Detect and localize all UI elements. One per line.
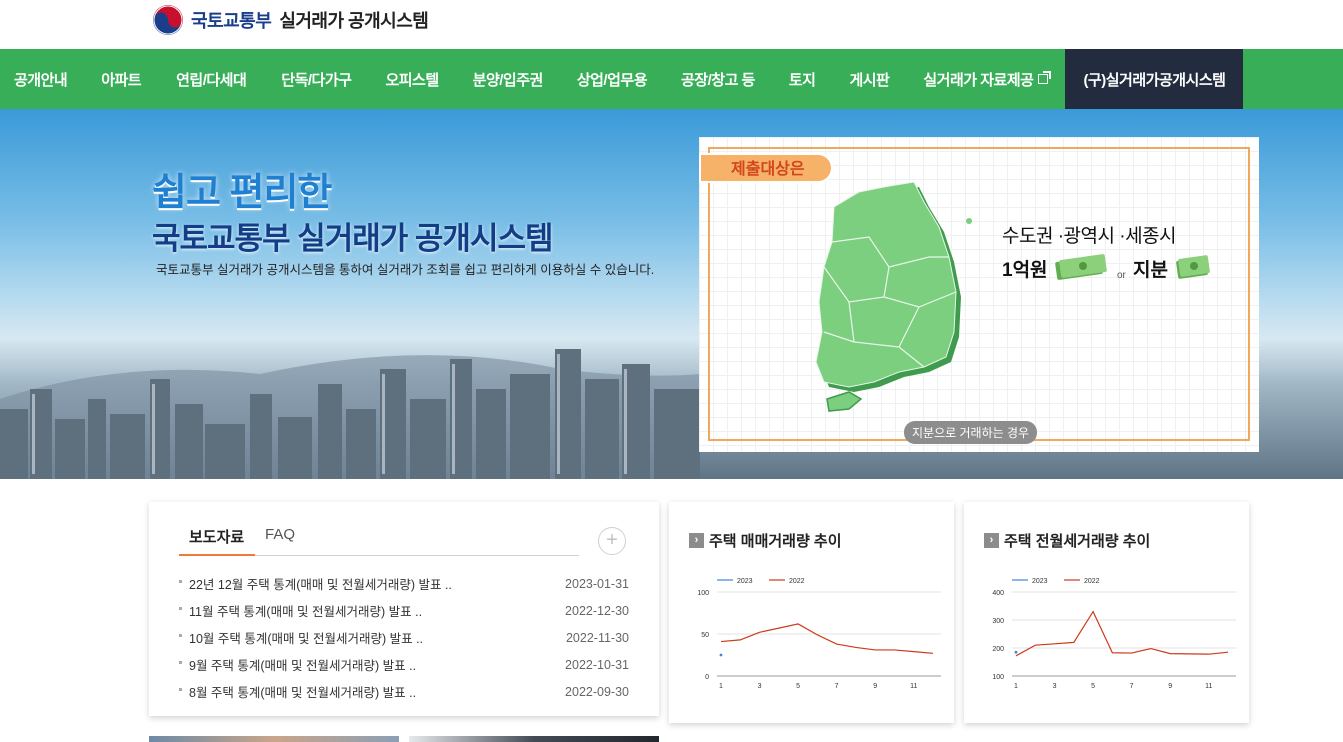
nav-board[interactable]: 게시판 <box>849 49 889 109</box>
nav-land[interactable]: 토지 <box>789 49 816 109</box>
y-tick-label: 300 <box>992 618 1004 625</box>
news-list: 22년 12월 주택 통계(매매 및 전월세거래량) 발표 .. 2023-01-… <box>179 570 629 705</box>
news-title: 9월 주택 통계(매매 및 전월세거래량) 발표 .. <box>179 655 416 674</box>
x-tick-label: 1 <box>1014 683 1018 690</box>
list-item[interactable]: 22년 12월 주택 통계(매매 및 전월세거래량) 발표 .. 2023-01-… <box>179 570 629 597</box>
sales-line-chart: 0 50 100 1 3 5 7 9 11 2023 2022 <box>697 578 941 690</box>
top-header: 국토교통부 실거래가 공개시스템 <box>0 0 1343 48</box>
ministry-name: 국토교통부 <box>191 11 272 31</box>
y-tick-label: 200 <box>992 646 1004 653</box>
external-link-icon <box>1038 71 1052 84</box>
nav-apartment[interactable]: 아파트 <box>101 49 141 109</box>
taeguk-icon <box>153 5 183 35</box>
x-tick-label: 5 <box>796 683 800 690</box>
chevron-right-icon: › <box>984 533 999 548</box>
nav-row-house[interactable]: 연립/다세대 <box>176 49 247 109</box>
more-plus-icon[interactable]: + <box>598 527 626 555</box>
target-amount: 1억원 <box>1002 260 1048 281</box>
legend-label: 2022 <box>789 578 805 585</box>
rent-chart-title[interactable]: › 주택 전월세거래량 추이 <box>984 530 1150 551</box>
hero-subtitle: 국토교통부 실거래가 공개시스템을 통하여 실거래가 조회를 쉽고 편리하게 이… <box>156 263 655 277</box>
legend-label: 2023 <box>737 578 753 585</box>
nav-old-system[interactable]: (구)실거래가공개시스템 <box>1065 49 1244 109</box>
nav-data-provision[interactable]: 실거래가 자료제공 <box>923 49 1052 109</box>
hero-title-easy: 쉽고 편리한 <box>152 172 332 214</box>
tab-faq[interactable]: FAQ <box>265 526 295 556</box>
news-tabs: 보도자료 FAQ <box>179 526 579 556</box>
hero-banner: 쉽고 편리한 국토교통부 실거래가 공개시스템 국토교통부 실거래가 공개시스템… <box>0 109 1343 479</box>
tab-press-release[interactable]: 보도자료 <box>179 526 255 556</box>
rent-volume-card: › 주택 전월세거래량 추이 100 200 300 400 1 3 5 7 9 11 2023 20… <box>964 502 1249 723</box>
money-icon-2 <box>1176 255 1210 279</box>
or-label: or <box>1117 270 1126 281</box>
city-skyline-image <box>0 349 700 479</box>
list-item[interactable]: 10월 주택 통계(매매 및 전월세거래량) 발표 .. 2022-11-30 <box>179 624 629 651</box>
nav-officetel[interactable]: 오피스텔 <box>385 49 439 109</box>
news-title: 11월 주택 통계(매매 및 전월세거래량) 발표 .. <box>179 601 422 620</box>
series-point-2023 <box>1014 650 1018 654</box>
x-tick-label: 1 <box>719 683 723 690</box>
x-tick-label: 7 <box>1130 683 1134 690</box>
hero-title-system: 국토교통부 실거래가 공개시스템 <box>152 221 554 256</box>
rent-chart-title-text: 주택 전월세거래량 추이 <box>1004 533 1151 550</box>
system-name: 실거래가 공개시스템 <box>279 11 429 31</box>
x-tick-label: 5 <box>1091 683 1095 690</box>
news-date: 2022-11-30 <box>565 630 629 645</box>
x-tick-label: 3 <box>1053 683 1057 690</box>
x-tick-label: 11 <box>1205 683 1212 690</box>
list-item[interactable]: 11월 주택 통계(매매 및 전월세거래량) 발표 .. 2022-12-30 <box>179 597 629 624</box>
target-share: 지분 <box>1133 260 1168 281</box>
news-title: 22년 12월 주택 통계(매매 및 전월세거래량) 발표 .. <box>179 574 452 593</box>
chevron-right-icon: › <box>689 533 704 548</box>
money-icon <box>1055 254 1107 280</box>
korea-map-icon <box>815 181 972 412</box>
y-tick-label: 400 <box>992 590 1004 597</box>
x-tick-label: 3 <box>758 683 762 690</box>
panel-frame <box>708 147 1250 441</box>
press-release-card: 보도자료 FAQ + 22년 12월 주택 통계(매매 및 전월세거래량) 발표… <box>149 502 659 716</box>
list-item[interactable]: 8월 주택 통계(매매 및 전월세거래량) 발표 .. 2022-09-30 <box>179 678 629 705</box>
share-trade-note: 지분으로 거래하는 경우 <box>904 421 1038 444</box>
target-regions: 수도권 ·광역시 ·세종시 <box>1002 226 1177 247</box>
news-title: 10월 주택 통계(매매 및 전월세거래량) 발표 .. <box>179 628 423 647</box>
sales-chart-title-text: 주택 매매거래량 추이 <box>709 533 842 550</box>
main-nav: 공개안내 아파트 연립/다세대 단독/다가구 오피스텔 분양/입주권 상업/업무… <box>0 49 1343 109</box>
sales-volume-card: › 주택 매매거래량 추이 0 50 100 1 3 5 7 9 11 2023 2022 <box>669 502 954 723</box>
series-line-2022 <box>720 623 934 654</box>
series-line-2022 <box>1015 610 1229 657</box>
bottom-banner-1[interactable] <box>149 736 399 742</box>
nav-detached[interactable]: 단독/다가구 <box>281 49 352 109</box>
nav-data-provision-label: 실거래가 자료제공 <box>923 71 1034 89</box>
nav-commercial[interactable]: 상업/업무용 <box>577 49 648 109</box>
x-tick-label: 11 <box>910 683 917 690</box>
news-title: 8월 주택 통계(매매 및 전월세거래량) 발표 .. <box>179 682 416 701</box>
nav-presale[interactable]: 분양/입주권 <box>473 49 544 109</box>
y-tick-label: 100 <box>697 590 709 597</box>
nav-factory[interactable]: 공장/창고 등 <box>681 49 755 109</box>
y-tick-label: 100 <box>992 674 1004 681</box>
x-tick-label: 9 <box>1168 683 1172 690</box>
news-date: 2022-10-31 <box>565 657 629 672</box>
submission-target-panel: 제출대상은 수도권 ·광역시 ·세종시 1억원 or 지분 지분으로 거래하는 … <box>699 137 1259 452</box>
news-date: 2022-09-30 <box>565 684 629 699</box>
news-date: 2023-01-31 <box>565 576 629 591</box>
y-tick-label: 0 <box>705 674 709 681</box>
x-tick-label: 7 <box>835 683 839 690</box>
x-tick-label: 9 <box>873 683 877 690</box>
bottom-banner-2[interactable] <box>409 736 659 742</box>
nav-guide[interactable]: 공개안내 <box>14 49 68 109</box>
y-tick-label: 50 <box>701 632 709 639</box>
news-date: 2022-12-30 <box>565 603 629 618</box>
series-point-2023 <box>719 653 723 657</box>
ministry-logo[interactable]: 국토교통부 실거래가 공개시스템 <box>153 4 429 36</box>
legend-label: 2022 <box>1084 578 1100 585</box>
legend-label: 2023 <box>1032 578 1048 585</box>
list-item[interactable]: 9월 주택 통계(매매 및 전월세거래량) 발표 .. 2022-10-31 <box>179 651 629 678</box>
sales-chart-title[interactable]: › 주택 매매거래량 추이 <box>689 530 842 551</box>
rent-line-chart: 100 200 300 400 1 3 5 7 9 11 2023 2022 <box>992 578 1236 690</box>
